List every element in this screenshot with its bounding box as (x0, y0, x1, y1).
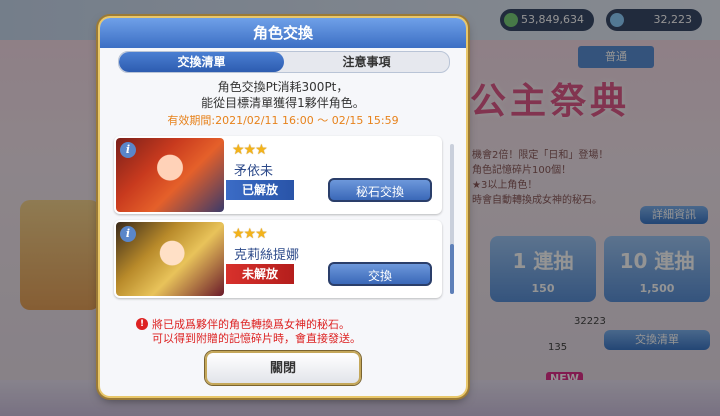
character-card: i ★★★ 矛依未 已解放 秘石交換 (114, 136, 442, 214)
info-icon[interactable]: i (120, 142, 136, 158)
dialog-title: 角色交換 (100, 18, 466, 48)
warning-line: 可以得到附贈的記憶碎片時，會直接發送。 (152, 332, 361, 345)
exchange-description-line1: 角色交換Pt消耗300Pt， (217, 80, 349, 94)
character-list[interactable]: i ★★★ 矛依未 已解放 秘石交換 i ★★★ 克莉絲提娜 未解放 交換 (114, 130, 454, 306)
warning-line: 將已成爲夥伴的角色轉換爲女神的秘石。 (152, 318, 350, 331)
character-name: 克莉絲提娜 (234, 248, 300, 263)
exchange-description-line2: 能從目標清單獲得1夥伴角色。 (201, 96, 365, 110)
warning-icon: ! (136, 318, 148, 330)
character-exchange-dialog: 角色交換 交換清單 注意事項 角色交換Pt消耗300Pt， 能從目標清單獲得1夥… (100, 18, 466, 396)
valid-period: 有效期間:2021/02/11 16:00 ～ 02/15 15:59 (100, 112, 466, 128)
period-value: 2021/02/11 16:00 ～ 02/15 15:59 (215, 114, 399, 127)
close-button[interactable]: 關閉 (205, 351, 361, 385)
rarity-stars: ★★★ (232, 226, 268, 242)
scrollbar-thumb[interactable] (450, 244, 454, 294)
character-card: i ★★★ 克莉絲提娜 未解放 交換 (114, 220, 442, 298)
info-icon[interactable]: i (120, 226, 136, 242)
status-badge: 未解放 (226, 264, 294, 284)
list-scrollbar[interactable] (450, 144, 454, 294)
warning-note: ! 將已成爲夥伴的角色轉換爲女神的秘石。 可以得到附贈的記憶碎片時，會直接發送。 (136, 318, 442, 346)
dialog-tabs: 交換清單 注意事項 (118, 51, 450, 73)
period-label: 有效期間: (167, 114, 216, 127)
exchange-button[interactable]: 交換 (328, 262, 432, 286)
character-name: 矛依未 (234, 164, 274, 179)
tab-notes[interactable]: 注意事項 (284, 52, 449, 72)
tab-exchange-list[interactable]: 交換清單 (119, 52, 284, 72)
jewel-exchange-button[interactable]: 秘石交換 (328, 178, 432, 202)
status-badge: 已解放 (226, 180, 294, 200)
rarity-stars: ★★★ (232, 142, 268, 158)
